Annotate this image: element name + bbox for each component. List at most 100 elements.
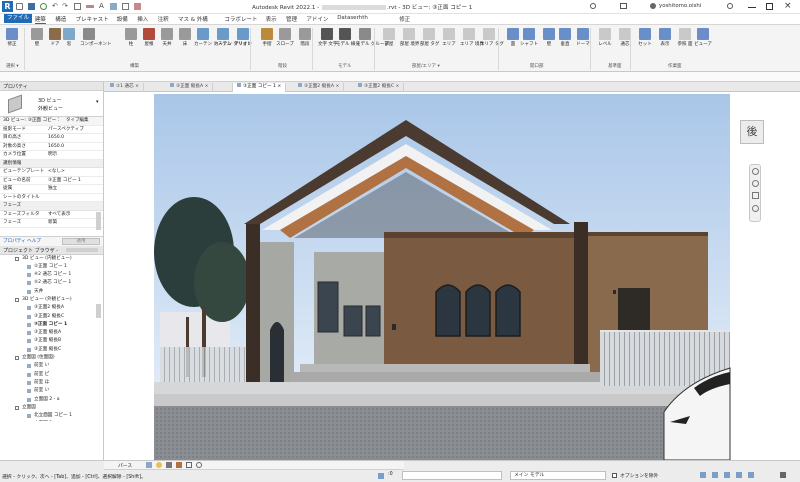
close-hidden-icon[interactable] [134,3,141,10]
menu-9[interactable]: 表示 [266,15,277,23]
search-icon[interactable] [590,3,596,9]
menu-2[interactable]: 構造 [55,15,66,23]
orbit-icon[interactable] [752,205,759,212]
ribbon-tool-12[interactable]: 手摺 [258,28,276,60]
ribbon-tool-7[interactable]: 天井 [158,28,176,60]
view-3d-icon[interactable] [110,3,117,10]
tab-close-icon[interactable]: × [276,84,281,89]
browser-item[interactable]: ③正面 コピー 1 [0,321,103,329]
property-value[interactable]: パースペクティブ [48,126,84,134]
browser-item[interactable]: ③正面 縦長C [0,346,103,354]
menu-7[interactable]: マス & 外構 [178,15,208,23]
minimize-icon[interactable] [748,7,756,8]
menu-12[interactable]: Dataserhth [337,15,368,21]
print-icon[interactable] [74,3,81,10]
save-icon[interactable] [28,3,35,10]
ribbon-tool-15[interactable]: 文字 文字 [318,28,337,60]
filter-icon[interactable] [780,472,786,478]
property-value[interactable]: ③正面 コピー 1 [48,177,81,185]
ribbon-tool-29[interactable]: レベル [596,28,614,60]
ribbon-tool-33[interactable]: 参照 面 [676,28,694,60]
menu-5[interactable]: 挿入 [137,15,148,23]
menu-0[interactable]: ファイル [4,14,33,23]
properties-help-link[interactable]: プロパティ ヘルプ [3,238,41,244]
property-row[interactable]: カメラ位置 明示 [0,151,103,160]
tab-close-icon[interactable]: × [203,84,209,89]
ribbon-tool-1[interactable]: 壁 [28,28,46,60]
render-icon[interactable] [176,462,182,468]
panel-scrollbar[interactable] [96,304,101,318]
browser-item[interactable]: ①正面 コピー 1 [0,263,103,271]
steering-wheel-icon[interactable] [752,168,759,175]
redo-icon[interactable]: ↷ [62,3,68,10]
close-icon[interactable]: × [784,1,792,11]
undo-icon[interactable]: ↶ [52,3,58,10]
view-tab[interactable]: ③正面 縦長A × [166,83,214,92]
workset-icon[interactable] [378,473,384,479]
property-value[interactable]: 新築 [48,219,57,227]
ribbon-tool-16[interactable]: モデル 線分 [336,28,360,60]
property-row[interactable]: 投影モード パースペクティブ [0,126,103,134]
ribbon-tool-5[interactable]: 柱 [122,28,140,60]
cart-icon[interactable] [620,3,627,9]
menu-6[interactable]: 注釈 [158,15,169,23]
ribbon-tool-10[interactable]: カーテン グリッド [214,28,251,60]
open-icon[interactable] [16,3,23,10]
browser-item[interactable]: 前室 い [0,362,103,370]
menu-8[interactable]: コラボレート [224,15,257,23]
view-canvas[interactable]: 後 [104,92,800,460]
ribbon-tool-23[interactable]: エリア タグ [480,28,504,60]
ribbon-tool-13[interactable]: スロープ [276,28,294,60]
browser-item[interactable]: 立面図 [0,404,103,412]
property-value[interactable]: 独立 [48,185,57,193]
property-row[interactable]: フェーズフィルタ すべて表示 [0,211,103,219]
ribbon-tool-3[interactable]: 窓 [60,28,78,60]
ribbon-tool-8[interactable]: 床 [176,28,194,60]
maximize-icon[interactable] [766,3,773,10]
text-icon[interactable]: A [99,3,104,10]
menu-4[interactable]: 設備 [117,15,128,23]
property-value[interactable]: 1650.0 [48,143,64,151]
select-by-face-icon[interactable] [736,472,742,478]
tab-close-icon[interactable]: × [334,84,339,89]
select-underlay-icon[interactable] [712,472,718,478]
ribbon-tool-0[interactable]: 修正 [3,28,21,60]
edit-type-button[interactable]: タイプ編集 [66,117,89,125]
ribbon-tool-30[interactable]: 通芯 [616,28,634,60]
ribbon-tool-19[interactable]: 部屋 境界 [400,28,419,60]
menu-11[interactable]: アドイン [306,15,328,23]
ribbon-tool-31[interactable]: セット [636,28,654,60]
property-row[interactable]: 従属 独立 [0,185,103,194]
select-links-icon[interactable] [700,472,706,478]
property-row[interactable]: フェーズ 新築 [0,219,103,228]
browser-item[interactable]: 北立面図 コピー 1 [0,412,103,420]
browser-item[interactable]: 立面図 2 - a [0,396,103,404]
property-row[interactable]: ビューの名前 ③正面 コピー 1 [0,177,103,185]
browser-item[interactable]: 3D ビュー (内観ビュー) [0,255,103,263]
tab-close-icon[interactable]: × [134,84,139,89]
browser-item[interactable]: 前室 い [0,387,103,395]
user-name[interactable]: yoshitomo.oishi [659,3,701,9]
property-row[interactable]: 目の高さ 1650.0 [0,134,103,143]
ribbon-tool-4[interactable]: コンポーネント [80,28,112,60]
measure-icon[interactable] [86,5,94,8]
property-row[interactable]: 対象の高さ 1650.0 [0,143,103,151]
menu-10[interactable]: 管理 [286,15,297,23]
design-option-dropdown[interactable] [402,471,502,480]
menu-13[interactable]: 修正 [399,15,410,23]
ribbon-tool-22[interactable]: エリア 境界 [460,28,484,60]
ribbon-tool-17[interactable]: モデル グループ [356,28,389,60]
property-value[interactable]: <なし> [48,168,65,176]
collapse-icon[interactable] [15,405,19,410]
collapse-icon[interactable] [15,356,19,361]
ribbon-tool-21[interactable]: エリア [440,28,458,60]
tab-close-icon[interactable]: × [394,84,400,89]
ribbon-tool-25[interactable]: シャフト [520,28,538,60]
browser-item[interactable]: ③正面 縦長A [0,329,103,337]
browser-item[interactable]: ③正面 縦長B [0,337,103,345]
ribbon-tool-32[interactable]: 表示 [656,28,674,60]
browser-item[interactable]: 3D ビュー (外観ビュー) [0,296,103,304]
property-row[interactable]: シートのタイトル [0,194,103,202]
ribbon-tool-20[interactable]: 部屋 タグ [420,28,439,60]
coordinate-readout[interactable]: :0 [388,472,393,477]
